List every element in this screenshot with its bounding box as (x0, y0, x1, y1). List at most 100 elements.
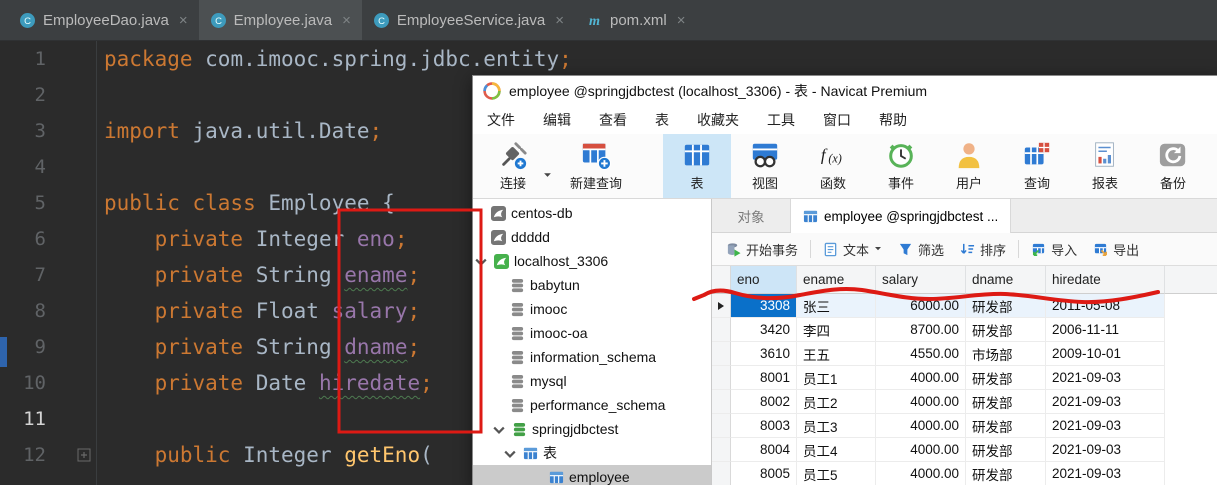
ide-tab-Employee.java[interactable]: C Employee.java × (198, 0, 362, 40)
code-line-1[interactable]: 1 package com.imooc.spring.jdbc.entity; (0, 41, 1217, 77)
grid-cell[interactable]: 2021-09-03 (1046, 462, 1165, 485)
grid-cell[interactable]: 8700.00 (876, 318, 966, 342)
gridbar-文本[interactable]: 文本 (815, 237, 890, 261)
row-header[interactable] (712, 318, 731, 342)
row-header[interactable] (712, 438, 731, 462)
close-icon[interactable]: × (555, 12, 564, 29)
menu-item-表[interactable]: 表 (641, 110, 683, 130)
grid-cell[interactable]: 4000.00 (876, 366, 966, 390)
toolbar-连接[interactable]: 连接 (479, 134, 547, 198)
grid-cell[interactable]: 3610 (731, 342, 797, 366)
toolbar-新建查询[interactable]: 新建查询 (555, 134, 637, 198)
ide-tab-pom.xml[interactable]: m pom.xml × (575, 0, 696, 40)
grid-cell[interactable]: 李四 (797, 318, 876, 342)
tree-item-imooc[interactable]: imooc (473, 297, 711, 321)
gridbar-开始事务[interactable]: 开始事务 (718, 237, 806, 261)
column-header-eno[interactable]: eno (731, 266, 797, 294)
grid-cell[interactable]: 2021-09-03 (1046, 390, 1165, 414)
fold-plus-icon[interactable] (77, 448, 91, 462)
gridbar-排序[interactable]: 排序 (952, 237, 1014, 261)
grid-cell[interactable]: 研发部 (966, 366, 1046, 390)
grid-cell[interactable]: 8002 (731, 390, 797, 414)
grid-cell[interactable]: 研发部 (966, 390, 1046, 414)
gridbar-导入[interactable]: 导入 (1023, 237, 1085, 261)
tree-item-imooc-oa[interactable]: imooc-oa (473, 321, 711, 345)
grid-cell[interactable]: 8003 (731, 414, 797, 438)
menu-item-收藏夹[interactable]: 收藏夹 (683, 110, 753, 130)
caret-down-icon[interactable] (874, 246, 882, 252)
grid-cell[interactable]: 4000.00 (876, 414, 966, 438)
menu-item-编辑[interactable]: 编辑 (529, 110, 585, 130)
row-header[interactable] (712, 414, 731, 438)
grid-cell[interactable]: 4000.00 (876, 390, 966, 414)
close-icon[interactable]: × (677, 12, 686, 29)
tab-employee-table[interactable]: employee @springjdbctest ... (791, 199, 1012, 233)
toolbar-函数[interactable]: f (x) 函数 (799, 134, 867, 198)
grid-cell[interactable]: 员工1 (797, 366, 876, 390)
grid-cell[interactable]: 2009-10-01 (1046, 342, 1165, 366)
menu-item-工具[interactable]: 工具 (753, 110, 809, 130)
close-icon[interactable]: × (179, 12, 188, 29)
toolbar-备份[interactable]: 备份 (1139, 134, 1207, 198)
row-header[interactable] (712, 390, 731, 414)
chevron-down-icon[interactable] (473, 254, 489, 268)
column-header-dname[interactable]: dname (966, 266, 1046, 294)
grid-cell[interactable]: 员工3 (797, 414, 876, 438)
grid-cell[interactable]: 3420 (731, 318, 797, 342)
toolbar-事件[interactable]: 事件 (867, 134, 935, 198)
tab-objects[interactable]: 对象 (712, 199, 791, 232)
grid-cell[interactable]: 4550.00 (876, 342, 966, 366)
grid-cell[interactable]: 4000.00 (876, 438, 966, 462)
grid-cell[interactable]: 3308 (731, 294, 797, 318)
grid-cell[interactable]: 员工5 (797, 462, 876, 485)
column-header-ename[interactable]: ename (797, 266, 876, 294)
toolbar-表[interactable]: 表 (663, 134, 731, 198)
gridbar-导出[interactable]: 导出 (1085, 237, 1147, 261)
grid-cell[interactable]: 研发部 (966, 294, 1046, 318)
tree-item-ddddd[interactable]: ddddd (473, 225, 711, 249)
menu-item-帮助[interactable]: 帮助 (865, 110, 921, 130)
grid-cell[interactable]: 张三 (797, 294, 876, 318)
toolbar-用户[interactable]: 用户 (935, 134, 1003, 198)
tree-item-localhost_3306[interactable]: localhost_3306 (473, 249, 711, 273)
grid-cell[interactable]: 6000.00 (876, 294, 966, 318)
row-header[interactable] (712, 342, 731, 366)
tree-item-表[interactable]: 表 (473, 441, 711, 465)
tree-item-babytun[interactable]: babytun (473, 273, 711, 297)
menu-item-查看[interactable]: 查看 (585, 110, 641, 130)
toolbar-查询[interactable]: 查询 (1003, 134, 1071, 198)
toolbar-报表[interactable]: 报表 (1071, 134, 1139, 198)
gridbar-筛选[interactable]: 筛选 (890, 237, 952, 261)
tree-item-performance_schema[interactable]: performance_schema (473, 393, 711, 417)
grid-cell[interactable]: 2006-11-11 (1046, 318, 1165, 342)
grid-cell[interactable]: 4000.00 (876, 462, 966, 485)
ide-tab-EmployeeDao.java[interactable]: C EmployeeDao.java × (8, 0, 199, 40)
menu-item-窗口[interactable]: 窗口 (809, 110, 865, 130)
tree-item-employee[interactable]: employee (473, 465, 711, 485)
ide-tab-EmployeeService.java[interactable]: C EmployeeService.java × (362, 0, 575, 40)
grid-cell[interactable]: 2021-09-03 (1046, 438, 1165, 462)
grid-cell[interactable]: 2021-09-03 (1046, 414, 1165, 438)
grid-cell[interactable]: 王五 (797, 342, 876, 366)
grid-cell[interactable]: 2021-09-03 (1046, 366, 1165, 390)
chevron-down-icon[interactable] (502, 446, 518, 460)
grid-cell[interactable]: 研发部 (966, 414, 1046, 438)
grid-cell[interactable]: 8004 (731, 438, 797, 462)
grid-cell[interactable]: 市场部 (966, 342, 1046, 366)
grid-cell[interactable]: 员工4 (797, 438, 876, 462)
grid-cell[interactable]: 2011-05-08 (1046, 294, 1165, 318)
navicat-title-bar[interactable]: employee @springjdbctest (localhost_3306… (473, 76, 1217, 106)
row-header[interactable] (712, 294, 731, 318)
tree-item-mysql[interactable]: mysql (473, 369, 711, 393)
tree-item-information_schema[interactable]: information_schema (473, 345, 711, 369)
grid-cell[interactable]: 8005 (731, 462, 797, 485)
grid-cell[interactable]: 8001 (731, 366, 797, 390)
menu-item-文件[interactable]: 文件 (473, 110, 529, 130)
grid-cell[interactable]: 研发部 (966, 318, 1046, 342)
grid-cell[interactable]: 研发部 (966, 462, 1046, 485)
column-header-salary[interactable]: salary (876, 266, 966, 294)
row-header[interactable] (712, 366, 731, 390)
tree-item-springjdbctest[interactable]: springjdbctest (473, 417, 711, 441)
column-header-hiredate[interactable]: hiredate (1046, 266, 1165, 294)
toolbar-视图[interactable]: 视图 (731, 134, 799, 198)
